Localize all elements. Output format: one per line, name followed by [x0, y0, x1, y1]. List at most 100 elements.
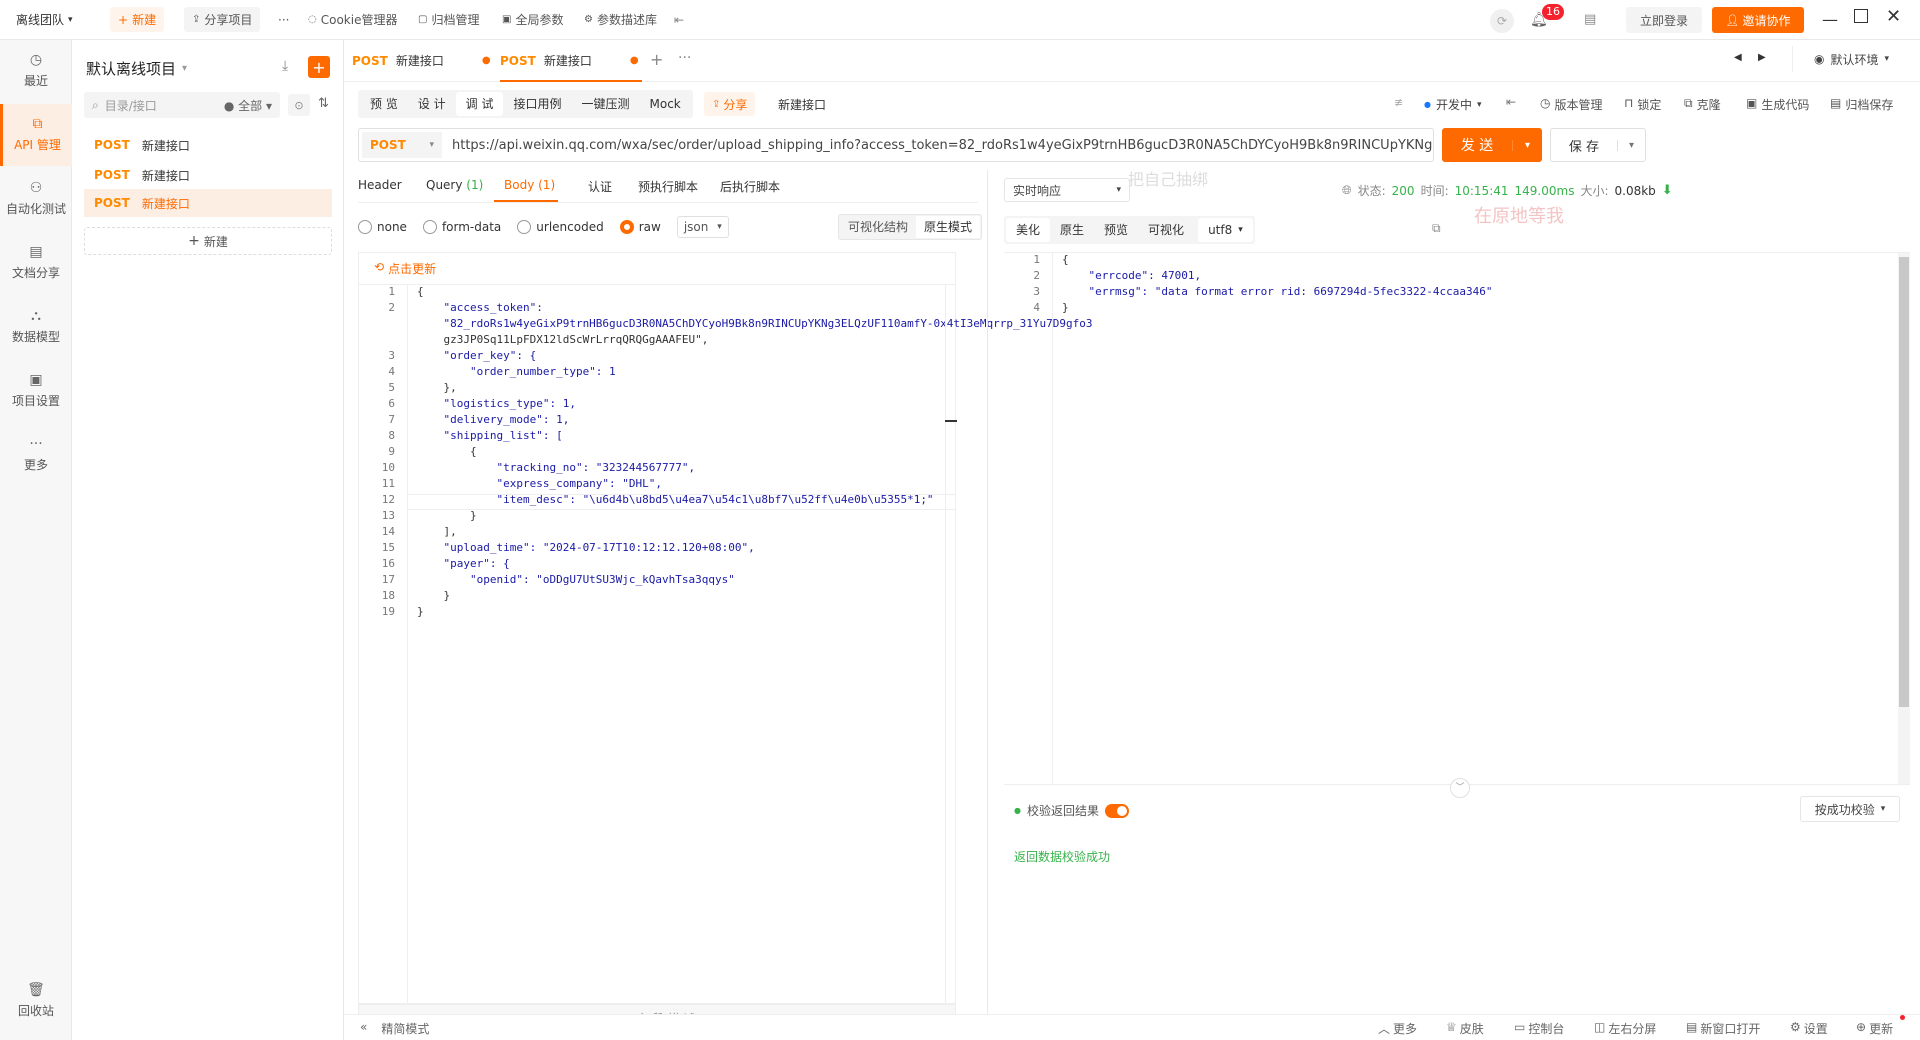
list-item-selected[interactable]: POST 新建接口 — [84, 189, 332, 217]
minimize-icon[interactable]: — — [1822, 10, 1838, 29]
list-item[interactable]: POST 新建接口 — [84, 132, 332, 158]
tab-debug-active[interactable]: 调 试 — [455, 92, 504, 116]
footer-split[interactable]: ◫ 左右分屏 — [1594, 1020, 1656, 1037]
chevron-down-icon[interactable]: ﹀ — [1450, 778, 1470, 798]
tab-api-2-active[interactable]: POST 新建接口 ● — [500, 40, 642, 82]
response-mode-select[interactable]: 实时响应 ▾ — [1004, 178, 1130, 202]
invite-button[interactable]: 👤︎ 邀请协作 — [1712, 7, 1804, 33]
radio-urlencoded[interactable]: urlencoded — [517, 220, 604, 235]
search-input[interactable]: 目录/接口 — [105, 97, 218, 114]
url-input[interactable]: https://api.weixin.qq.com/wxa/sec/order/… — [442, 138, 1433, 153]
list-item[interactable]: POST 新建接口 — [84, 162, 332, 188]
list-icon[interactable]: ⇤ — [1506, 95, 1516, 109]
tab-more-icon[interactable]: ··· — [678, 50, 691, 66]
footer-console[interactable]: ▭ 控制台 — [1514, 1020, 1564, 1037]
tab-header[interactable]: Header — [358, 178, 402, 192]
env-selector[interactable]: ◉ 默认环境 ▾ — [1792, 46, 1910, 72]
tab-api-1[interactable]: POST 新建接口 ● — [352, 52, 491, 69]
nav-trash[interactable]: 🗑 回收站 — [0, 970, 72, 1032]
locate-icon[interactable]: ⊙ — [288, 94, 310, 116]
share-button[interactable]: ⇪ 分享 — [704, 92, 756, 116]
import-icon[interactable]: ⤓ — [282, 58, 288, 74]
nav-recent[interactable]: ◷ 最近 — [0, 40, 72, 102]
sort-icon[interactable]: ⇅ — [318, 96, 329, 111]
gen-code-button[interactable]: ▣ 生成代码 — [1746, 96, 1809, 113]
download-icon[interactable]: ⬇ — [1662, 183, 1673, 198]
login-button[interactable]: 立即登录 — [1626, 7, 1702, 33]
footer-more[interactable]: ︿ 更多 — [1378, 1020, 1417, 1037]
nav-api-management[interactable]: ⧉ API 管理 — [0, 104, 72, 166]
share-project-button[interactable]: ⇪ 分享项目 — [184, 7, 261, 32]
encoding-select[interactable]: utf8 ▾ — [1198, 218, 1253, 242]
version-button[interactable]: ◷ 版本管理 — [1540, 96, 1603, 113]
tab-prev-icon[interactable]: ◀ — [1734, 52, 1742, 63]
tab-query[interactable]: Query (1) — [426, 178, 483, 192]
cookie-manager-button[interactable]: ◌ Cookie管理器 — [308, 11, 397, 28]
api-name[interactable]: 新建接口 — [778, 96, 826, 113]
nav-data-model[interactable]: ⛬ 数据模型 — [0, 296, 72, 358]
save-button[interactable]: 保 存 ▾ — [1550, 128, 1646, 162]
visual-mode-button[interactable]: 可视化结构 — [840, 216, 916, 238]
status-dropdown[interactable]: ● 开发中 ▾ — [1424, 96, 1482, 113]
nav-project-settings[interactable]: ▣ 项目设置 — [0, 360, 72, 422]
tab-raw[interactable]: 原生 — [1050, 218, 1094, 242]
collapse-icon[interactable]: ⇤ — [674, 13, 684, 27]
footer-new-window[interactable]: ▤ 新窗口打开 — [1686, 1020, 1760, 1037]
add-api-button[interactable]: + — [308, 56, 330, 78]
copy-icon[interactable]: ⧉ — [1432, 221, 1441, 236]
param-library-button[interactable]: ⚙ 参数描述库 — [584, 11, 657, 28]
validate-switch[interactable] — [1105, 803, 1129, 818]
send-button[interactable]: 发 送 ▾ — [1442, 128, 1542, 162]
tab-beautify-active[interactable]: 美化 — [1006, 218, 1051, 242]
radio-form-data[interactable]: form-data — [422, 220, 501, 235]
new-item-button[interactable]: + 新建 — [84, 227, 332, 255]
tab-preview[interactable]: 预览 — [1094, 218, 1138, 242]
tab-mock[interactable]: Mock — [640, 92, 691, 116]
raw-mode-button[interactable]: 原生模式 — [916, 216, 981, 238]
nav-more[interactable]: ··· 更多 — [0, 424, 72, 486]
radio-none[interactable]: none — [358, 220, 407, 235]
lock-button[interactable]: ⊓ 锁定 — [1624, 96, 1661, 113]
nav-doc-share[interactable]: ▤ 文档分享 — [0, 232, 72, 294]
tab-next-icon[interactable]: ▶ — [1758, 52, 1766, 63]
tab-auth[interactable]: 认证 — [588, 178, 612, 195]
click-update-button[interactable]: ⟲ 点击更新 — [374, 260, 436, 277]
footer-update[interactable]: ⊕ 更新 — [1856, 1020, 1893, 1037]
nav-auto-test[interactable]: ⚇ 自动化测试 — [0, 168, 72, 230]
footer-settings[interactable]: ⚙ 设置 — [1790, 1020, 1828, 1037]
add-tab-icon[interactable]: + — [650, 50, 663, 69]
chevron-down-icon[interactable]: ▾ — [1512, 139, 1542, 151]
tab-pre-script[interactable]: 预执行脚本 — [638, 178, 698, 195]
search-box[interactable]: ⌕ 目录/接口 ● 全部 ▾ — [84, 92, 280, 118]
footer-skin[interactable]: ♕ 皮肤 — [1446, 1020, 1484, 1037]
validate-mode-select[interactable]: 按成功校验 ▾ — [1800, 796, 1900, 822]
method-select[interactable]: POST ▾ — [362, 132, 442, 158]
radio-raw[interactable]: raw — [619, 220, 661, 235]
tab-post-script[interactable]: 后执行脚本 — [720, 178, 780, 195]
filter-dropdown[interactable]: ● 全部 ▾ — [224, 97, 272, 114]
tab-load-test[interactable]: 一键压测 — [572, 92, 640, 116]
close-icon[interactable]: ✕ — [1886, 6, 1901, 27]
tab-body-active[interactable]: Body (1) — [504, 178, 555, 192]
sync-icon[interactable]: ⟳ — [1490, 9, 1514, 33]
tab-design[interactable]: 设 计 — [408, 92, 456, 116]
format-select[interactable]: json ▾ — [676, 216, 729, 238]
tab-test-cases[interactable]: 接口用例 — [503, 92, 571, 116]
global-params-button[interactable]: ▣ 全局参数 — [502, 11, 563, 28]
clone-button[interactable]: ⧉ 克隆 — [1684, 96, 1721, 113]
tab-preview[interactable]: 预 览 — [360, 92, 408, 116]
body-code-editor[interactable]: 1 {2 "access_token": "82_rdoRs1w4yeGixP9t… — [358, 284, 1093, 1004]
maximize-icon[interactable] — [1854, 9, 1868, 23]
archive-save-button[interactable]: ▤ 归档保存 — [1830, 96, 1893, 113]
format-icon[interactable]: ≢ — [1394, 96, 1403, 109]
response-code-viewer[interactable]: 1 {2 "errcode": 47001, 3 "errmsg": "data f… — [1004, 252, 1910, 785]
more-button[interactable]: ··· — [278, 13, 289, 27]
simple-mode-button[interactable]: «精简模式 — [360, 1020, 429, 1037]
new-button[interactable]: + 新建 — [110, 7, 165, 32]
chevron-down-icon[interactable]: ▾ — [1617, 139, 1645, 151]
tab-visual[interactable]: 可视化 — [1138, 218, 1194, 242]
project-switcher[interactable]: 默认离线项目 ▾ — [86, 58, 187, 79]
doc-icon[interactable]: ▤ — [1584, 12, 1596, 27]
team-switcher[interactable]: 离线团队 ▾ — [16, 11, 73, 28]
archive-button[interactable]: ▢ 归档管理 — [418, 11, 479, 28]
